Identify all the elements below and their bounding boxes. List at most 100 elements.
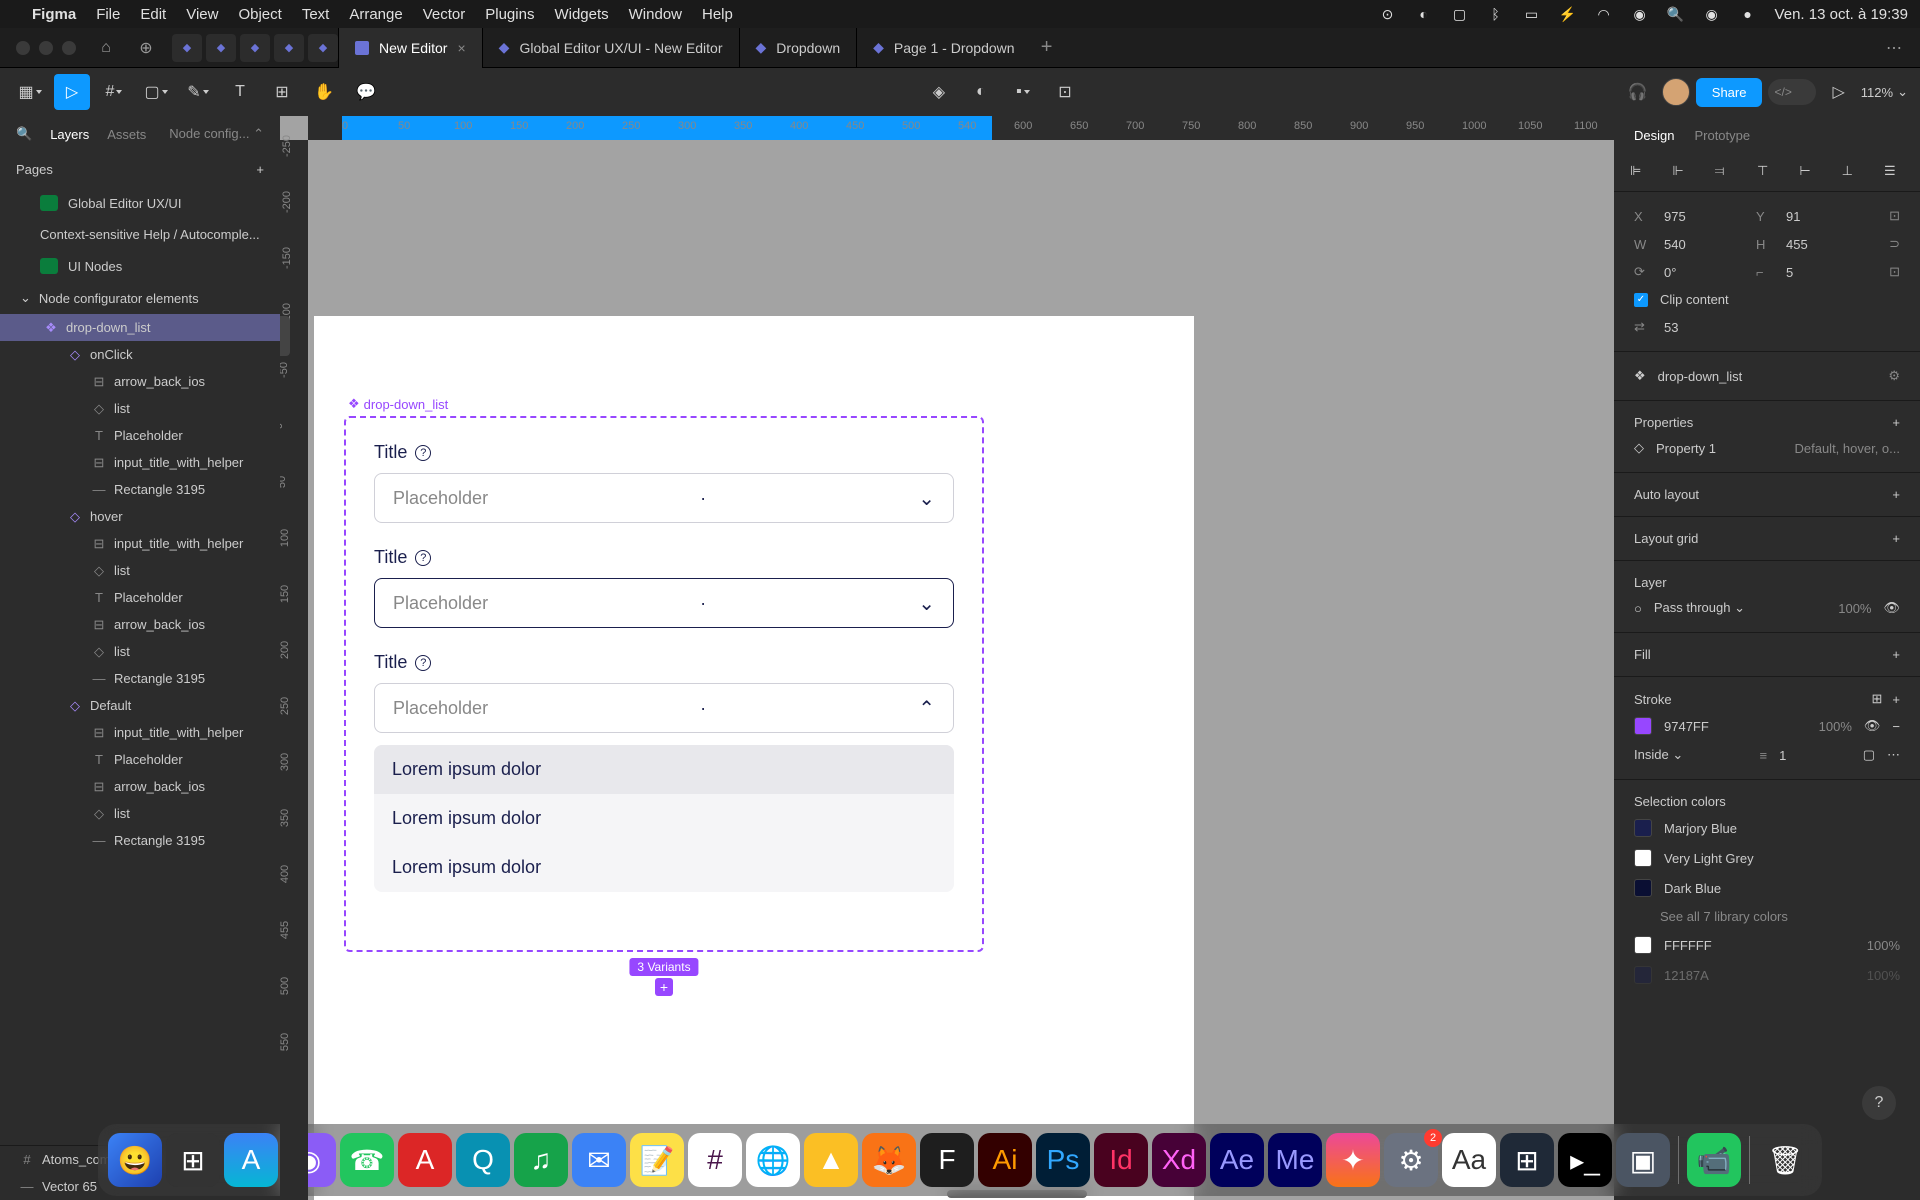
- slack-icon[interactable]: #: [688, 1133, 742, 1187]
- width-input[interactable]: 540: [1664, 237, 1744, 252]
- color-row[interactable]: Dark Blue: [1634, 873, 1900, 903]
- component-icon[interactable]: ◈: [921, 74, 957, 110]
- radius-detail-icon[interactable]: ⊡: [1889, 264, 1900, 280]
- add-fill-icon[interactable]: +: [1892, 647, 1900, 662]
- menu-arrange[interactable]: Arrange: [349, 6, 402, 23]
- stroke-opacity[interactable]: 100%: [1819, 719, 1852, 734]
- link-icon[interactable]: ⊃: [1889, 236, 1900, 252]
- trash-icon[interactable]: 🗑: [1758, 1133, 1812, 1187]
- stroke-weight[interactable]: 1: [1779, 748, 1786, 763]
- recent-tab-icon[interactable]: ◆: [308, 34, 338, 62]
- layer-row[interactable]: TPlaceholder: [0, 584, 280, 611]
- fontbook-icon[interactable]: Aa: [1442, 1133, 1496, 1187]
- battery-icon[interactable]: ⚡: [1559, 5, 1577, 23]
- layer-row[interactable]: ⊟input_title_with_helper: [0, 530, 280, 557]
- page-item[interactable]: Global Editor UX/UI: [0, 187, 280, 219]
- layer-section-header[interactable]: ⌄ Node configurator elements: [0, 282, 280, 314]
- photoshop-icon[interactable]: Ps: [1036, 1133, 1090, 1187]
- property-name[interactable]: Property 1: [1656, 441, 1716, 456]
- layer-row[interactable]: ◇list: [0, 800, 280, 827]
- dropdown-option[interactable]: Lorem ipsum dolor: [374, 843, 954, 892]
- finder-icon[interactable]: 😀: [108, 1133, 162, 1187]
- add-grid-icon[interactable]: +: [1892, 531, 1900, 546]
- zoom-level[interactable]: 112% ⌄: [1861, 84, 1908, 100]
- remove-stroke-icon[interactable]: −: [1892, 719, 1900, 734]
- page-item[interactable]: UI Nodes: [0, 250, 280, 282]
- stroke-sides-icon[interactable]: ▢: [1863, 747, 1875, 763]
- tab-global-editor[interactable]: ◆ Global Editor UX/UI - New Editor: [482, 28, 739, 68]
- panel-collapse-handle[interactable]: [280, 316, 290, 356]
- control-center-icon[interactable]: ◉: [1631, 5, 1649, 23]
- color-row[interactable]: 12187A 100%: [1634, 960, 1900, 990]
- close-tab-icon[interactable]: ×: [457, 40, 465, 56]
- maximize-window-icon[interactable]: [62, 41, 76, 55]
- layers-tab[interactable]: Layers: [50, 127, 89, 142]
- mail-icon[interactable]: ✉: [572, 1133, 626, 1187]
- minimize-window-icon[interactable]: [39, 41, 53, 55]
- align-hcenter-icon[interactable]: ⊩: [1672, 163, 1692, 183]
- tab-new-editor[interactable]: New Editor ×: [338, 28, 482, 68]
- align-vcenter-icon[interactable]: ⊢: [1799, 163, 1819, 183]
- y-input[interactable]: 91: [1786, 209, 1866, 224]
- appstore-icon[interactable]: A: [224, 1133, 278, 1187]
- frame-tool-button[interactable]: #: [96, 74, 132, 110]
- x-input[interactable]: 975: [1664, 209, 1744, 224]
- quicktime-icon[interactable]: Q: [456, 1133, 510, 1187]
- layer-row[interactable]: TPlaceholder: [0, 422, 280, 449]
- design-tab[interactable]: Design: [1634, 128, 1674, 143]
- menu-help[interactable]: Help: [702, 6, 733, 23]
- dropdown-option[interactable]: Lorem ipsum dolor: [374, 794, 954, 843]
- see-all-colors[interactable]: See all 7 library colors: [1660, 909, 1788, 924]
- visibility-icon[interactable]: 👁: [1864, 718, 1881, 734]
- mediaencoder-icon[interactable]: Me: [1268, 1133, 1322, 1187]
- app-icon[interactable]: ✦: [1326, 1133, 1380, 1187]
- layer-row[interactable]: —Rectangle 3195: [0, 827, 280, 854]
- close-window-icon[interactable]: [16, 41, 30, 55]
- dev-mode-toggle[interactable]: </>: [1768, 79, 1816, 105]
- stroke-more-icon[interactable]: ⋯: [1887, 747, 1900, 763]
- align-bottom-icon[interactable]: ⊥: [1842, 163, 1862, 183]
- canvas[interactable]: 0501001502002503003504004505005406006507…: [280, 116, 1614, 1200]
- align-right-icon[interactable]: ⫤: [1715, 163, 1735, 183]
- resources-button[interactable]: ⊞: [264, 74, 300, 110]
- settings-icon[interactable]: ⚙: [1384, 1133, 1438, 1187]
- acrobat-icon[interactable]: A: [398, 1133, 452, 1187]
- menu-widgets[interactable]: Widgets: [554, 6, 608, 23]
- recent-tab-icon[interactable]: ◆: [172, 34, 202, 62]
- app-name[interactable]: Figma: [32, 6, 76, 23]
- distribute-icon[interactable]: ☰: [1884, 163, 1904, 183]
- user-icon[interactable]: ●: [1739, 5, 1757, 23]
- firefox-icon[interactable]: 🦊: [862, 1133, 916, 1187]
- tabs-overflow-icon[interactable]: ⋯: [1874, 38, 1914, 58]
- tab-page1-dropdown[interactable]: ◆ Page 1 - Dropdown: [856, 28, 1030, 68]
- settings-icon[interactable]: ⚙: [1888, 368, 1900, 384]
- share-button[interactable]: Share: [1696, 78, 1763, 107]
- add-page-icon[interactable]: +: [256, 162, 264, 177]
- status-icon[interactable]: ◐: [1415, 5, 1433, 23]
- boolean-icon[interactable]: ▪: [1005, 74, 1041, 110]
- dropdown-hover[interactable]: Title? Placeholder · ⌄: [346, 523, 982, 628]
- menu-text[interactable]: Text: [302, 6, 330, 23]
- siri-icon[interactable]: ◉: [1703, 5, 1721, 23]
- menu-window[interactable]: Window: [629, 6, 682, 23]
- menu-plugins[interactable]: Plugins: [485, 6, 534, 23]
- add-tab-button[interactable]: +: [1031, 36, 1063, 59]
- dropdown-option[interactable]: Lorem ipsum dolor: [374, 745, 954, 794]
- terminal-icon[interactable]: ▸_: [1558, 1133, 1612, 1187]
- facetime-icon[interactable]: 📹: [1687, 1133, 1741, 1187]
- recent-tab-icon[interactable]: ◆: [274, 34, 304, 62]
- opacity-input[interactable]: 100%: [1838, 601, 1871, 616]
- layer-row[interactable]: ⊟arrow_back_ios: [0, 611, 280, 638]
- bluetooth-icon[interactable]: ᛒ: [1487, 5, 1505, 23]
- layer-row[interactable]: ◇Default: [0, 692, 280, 719]
- menu-view[interactable]: View: [186, 6, 218, 23]
- recent-tab-icon[interactable]: ◆: [206, 34, 236, 62]
- add-variant-button[interactable]: +: [655, 978, 673, 996]
- notes-icon[interactable]: 📝: [630, 1133, 684, 1187]
- calculator-icon[interactable]: ⊞: [1500, 1133, 1554, 1187]
- recent-tab-icon[interactable]: ◆: [240, 34, 270, 62]
- stroke-style-icon[interactable]: ⊞: [1872, 691, 1883, 707]
- prototype-tab[interactable]: Prototype: [1694, 128, 1750, 143]
- status-icon[interactable]: ⊙: [1379, 5, 1397, 23]
- add-autolayout-icon[interactable]: +: [1892, 487, 1900, 502]
